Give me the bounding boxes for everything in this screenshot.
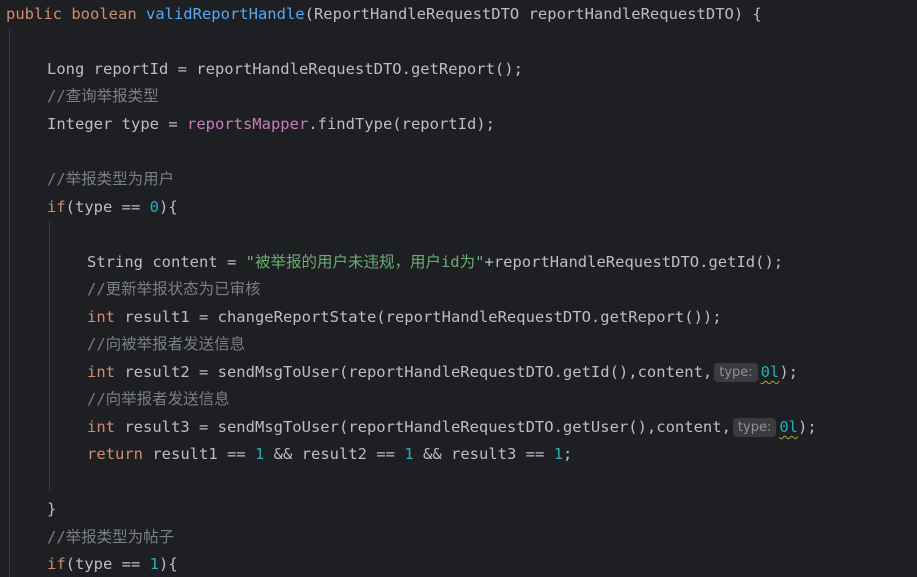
number-literal: 1 xyxy=(553,445,563,463)
keyword: if xyxy=(47,555,66,573)
code-text: ; xyxy=(562,445,573,463)
code-text: ){ xyxy=(159,555,178,573)
comment: //向举报者发送信息 xyxy=(87,390,230,408)
number-literal: 0 xyxy=(149,198,160,216)
code-text: .findType(reportId); xyxy=(308,115,495,133)
keyword: int xyxy=(87,363,125,381)
field-reference: reportsMapper xyxy=(186,115,309,133)
keyword: public boolean xyxy=(6,5,146,23)
code-line-8[interactable]: if(type == 0){ xyxy=(0,194,178,221)
code-editor[interactable]: public boolean validReportHandle(ReportH… xyxy=(0,0,917,577)
code-text: ){ xyxy=(159,198,178,216)
code-text: (type == xyxy=(65,198,150,216)
code-line-15[interactable]: //向举报者发送信息 xyxy=(0,386,230,413)
code-text: (ReportHandleRequestDTO reportHandleRequ… xyxy=(304,5,762,23)
code-line-11[interactable]: //更新举报状态为已审核 xyxy=(0,276,261,303)
code-line-10[interactable]: String content = "被举报的用户未违规，用户id为"+repor… xyxy=(0,249,783,276)
code-line-21[interactable]: if(type == 1){ xyxy=(0,551,178,577)
code-text: result3 = sendMsgToUser(reportHandleRequ… xyxy=(124,418,731,436)
code-text: ); xyxy=(779,363,798,381)
code-line-17[interactable]: return result1 == 1 && result2 == 1 && r… xyxy=(0,441,572,468)
code-text: && result2 == xyxy=(264,445,405,463)
code-text: && result3 == xyxy=(413,445,554,463)
code-text: Long reportId = reportHandleRequestDTO.g… xyxy=(47,60,523,78)
code-line-20[interactable]: //举报类型为帖子 xyxy=(0,524,174,551)
code-text: +reportHandleRequestDTO.getId(); xyxy=(484,253,784,271)
number-literal: 0l xyxy=(779,418,798,436)
code-text: result1 = changeReportState(reportHandle… xyxy=(124,308,722,326)
number-literal: 1 xyxy=(404,445,414,463)
parameter-hint: type: xyxy=(732,418,777,437)
closing-brace: } xyxy=(47,500,57,518)
keyword: int xyxy=(87,418,125,436)
method-name: validReportHandle xyxy=(145,5,305,23)
code-line-12[interactable]: int result1 = changeReportState(reportHa… xyxy=(0,304,722,331)
comment: //查询举报类型 xyxy=(47,87,159,105)
code-line-16[interactable]: int result3 = sendMsgToUser(reportHandle… xyxy=(0,414,817,441)
code-line-19[interactable]: } xyxy=(0,496,56,523)
comment: //更新举报状态为已审核 xyxy=(87,280,261,298)
keyword: return xyxy=(87,445,153,463)
code-text: result1 == xyxy=(152,445,255,463)
comment: //向被举报者发送信息 xyxy=(87,335,246,353)
parameter-hint: type: xyxy=(714,363,758,382)
code-line-3[interactable]: Long reportId = reportHandleRequestDTO.g… xyxy=(0,56,523,83)
keyword: int xyxy=(87,308,125,326)
code-line-14[interactable]: int result2 = sendMsgToUser(reportHandle… xyxy=(0,359,798,386)
code-text: Integer type = xyxy=(47,115,187,133)
code-text: (type == xyxy=(65,555,150,573)
number-literal: 0l xyxy=(760,363,780,381)
string-literal: "被举报的用户未违规，用户id为" xyxy=(245,253,485,271)
code-text: ); xyxy=(798,418,817,436)
code-line-4[interactable]: //查询举报类型 xyxy=(0,83,159,110)
code-line-5[interactable]: Integer type = reportsMapper.findType(re… xyxy=(0,111,495,138)
code-text: String content = xyxy=(87,253,246,271)
number-literal: 1 xyxy=(254,445,265,463)
code-text: result2 = sendMsgToUser(reportHandleRequ… xyxy=(124,363,713,381)
code-line-1[interactable]: public boolean validReportHandle(ReportH… xyxy=(0,1,762,28)
keyword: if xyxy=(47,198,66,216)
comment: //举报类型为帖子 xyxy=(47,528,175,546)
code-line-7[interactable]: //举报类型为用户 xyxy=(0,166,174,193)
comment: //举报类型为用户 xyxy=(47,170,175,188)
code-line-13[interactable]: //向被举报者发送信息 xyxy=(0,331,245,358)
number-literal: 1 xyxy=(149,555,160,573)
